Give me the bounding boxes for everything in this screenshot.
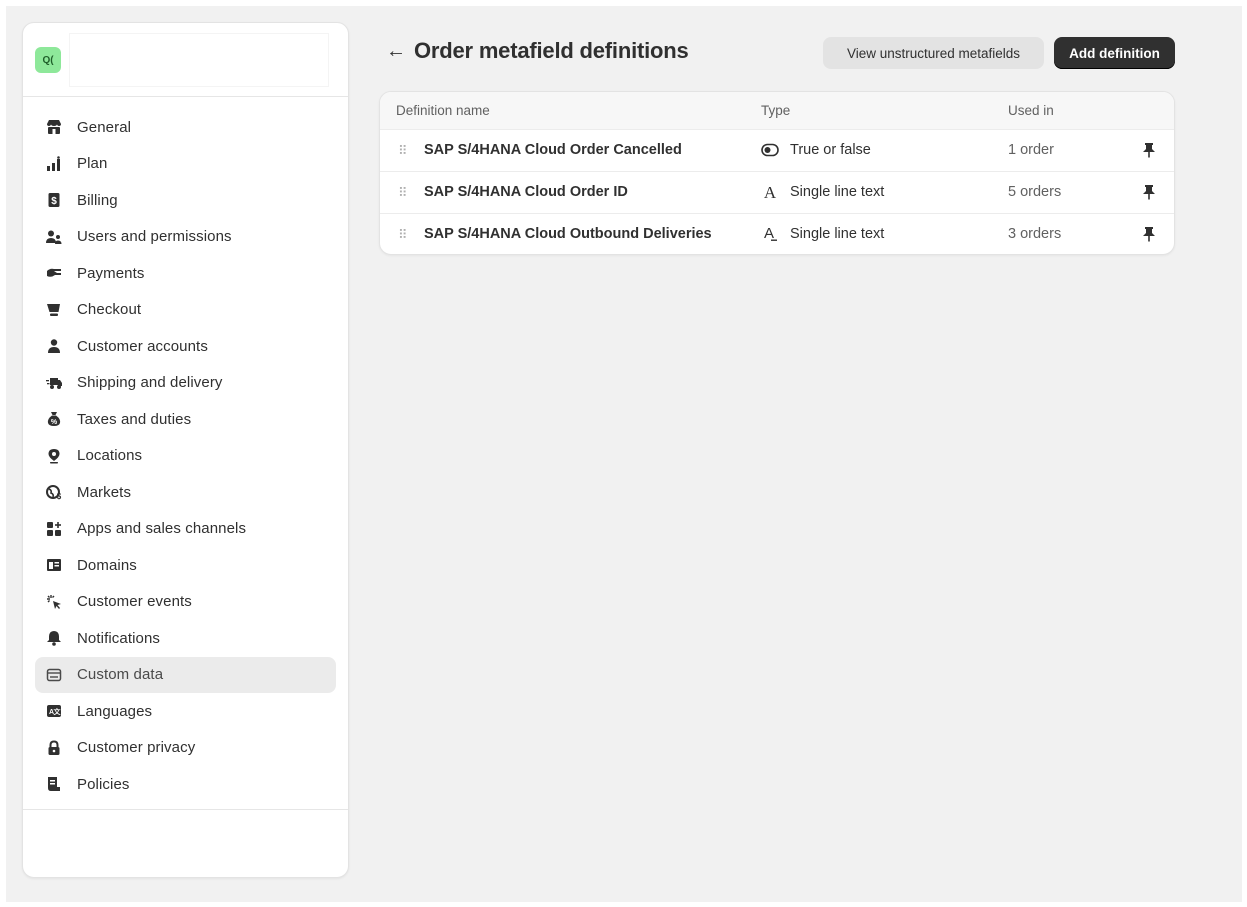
sidebar-item-apps[interactable]: Apps and sales channels — [35, 511, 336, 548]
sidebar-item-label: Billing — [77, 191, 118, 209]
globe-icon: $ — [45, 483, 63, 501]
sidebar-item-label: Shipping and delivery — [77, 374, 223, 392]
sidebar-item-label: Plan — [77, 155, 108, 173]
sidebar-item-languages[interactable]: A文 Languages — [35, 693, 336, 730]
drag-handle-icon[interactable]: ⠿ — [398, 143, 407, 159]
tax-bag-icon: % — [45, 410, 63, 428]
sidebar-item-label: Custom data — [77, 666, 164, 684]
truck-icon — [45, 374, 63, 392]
sidebar-item-label: Domains — [77, 556, 137, 574]
store-icon — [45, 118, 63, 136]
sidebar-item-customer-privacy[interactable]: Customer privacy — [35, 730, 336, 767]
svg-text:%: % — [51, 419, 58, 426]
toggle-icon — [761, 141, 779, 159]
sidebar-item-payments[interactable]: Payments — [35, 255, 336, 292]
sidebar-item-customer-accounts[interactable]: Customer accounts — [35, 328, 336, 365]
sidebar-item-taxes[interactable]: % Taxes and duties — [35, 401, 336, 438]
payments-icon — [45, 264, 63, 282]
add-definition-button[interactable]: Add definition — [1054, 37, 1175, 69]
sidebar-item-checkout[interactable]: Checkout — [35, 292, 336, 329]
sidebar-item-label: Languages — [77, 702, 153, 720]
domains-icon — [45, 556, 63, 574]
language-icon: A文 — [45, 702, 63, 720]
sidebar-item-shipping[interactable]: Shipping and delivery — [35, 365, 336, 402]
sidebar-item-locations[interactable]: Locations — [35, 438, 336, 475]
table-row[interactable]: ⠿ SAP S/4HANA Cloud Outbound Deliveries … — [380, 214, 1174, 254]
person-icon — [45, 337, 63, 355]
svg-text:$: $ — [57, 492, 62, 500]
users-icon — [45, 228, 63, 246]
definitions-table: Definition name Type Used in ⠿ SAP S/4HA… — [379, 91, 1175, 255]
svg-text:A: A — [764, 183, 777, 201]
column-header-type: Type — [761, 103, 791, 118]
store-name-field[interactable] — [69, 33, 329, 87]
definition-name[interactable]: SAP S/4HANA Cloud Order Cancelled — [424, 142, 682, 158]
pin-icon[interactable] — [1140, 225, 1158, 243]
definition-name[interactable]: SAP S/4HANA Cloud Order ID — [424, 184, 628, 200]
sidebar-item-markets[interactable]: $ Markets — [35, 474, 336, 511]
sidebar-item-label: Payments — [77, 264, 145, 282]
sidebar-item-customer-events[interactable]: Customer events — [35, 584, 336, 621]
settings-sidebar: Q( General Plan $ Billing Users and perm… — [22, 22, 349, 878]
sidebar-item-label: Checkout — [77, 301, 142, 319]
bell-icon — [45, 629, 63, 647]
view-unstructured-metafields-button[interactable]: View unstructured metafields — [823, 37, 1044, 69]
sidebar-item-policies[interactable]: Policies — [35, 766, 336, 803]
table-header: Definition name Type Used in — [380, 92, 1174, 130]
sidebar-divider — [23, 809, 348, 810]
page-title: Order metafield definitions — [414, 38, 689, 63]
location-pin-icon — [45, 447, 63, 465]
column-header-definition-name: Definition name — [396, 103, 490, 118]
sidebar-item-label: Notifications — [77, 629, 161, 647]
sidebar-item-label: Customer accounts — [77, 337, 208, 355]
sidebar-item-label: Markets — [77, 483, 132, 501]
sidebar-item-label: Locations — [77, 447, 143, 465]
definition-type: True or false — [790, 142, 871, 158]
policies-icon — [45, 775, 63, 793]
apps-icon — [45, 520, 63, 538]
pin-icon[interactable] — [1140, 183, 1158, 201]
cart-icon — [45, 301, 63, 319]
sidebar-item-users[interactable]: Users and permissions — [35, 219, 336, 256]
pin-icon[interactable] — [1140, 141, 1158, 159]
sidebar-item-general[interactable]: General — [35, 109, 336, 146]
drag-handle-icon[interactable]: ⠿ — [398, 185, 407, 201]
cursor-click-icon — [45, 593, 63, 611]
svg-text:$: $ — [51, 196, 57, 207]
definition-type: Single line text — [790, 184, 885, 200]
sidebar-item-label: Policies — [77, 775, 130, 793]
sidebar-item-label: Users and permissions — [77, 228, 232, 246]
definition-used-in[interactable]: 1 order — [1008, 142, 1054, 158]
database-icon — [45, 666, 63, 684]
settings-nav: General Plan $ Billing Users and permiss… — [23, 97, 348, 803]
sidebar-item-label: Taxes and duties — [77, 410, 192, 428]
sidebar-item-label: Apps and sales channels — [77, 520, 247, 538]
billing-icon: $ — [45, 191, 63, 209]
store-header: Q( — [23, 23, 348, 97]
table-row[interactable]: ⠿ SAP S/4HANA Cloud Order ID A Single li… — [380, 172, 1174, 214]
sidebar-item-billing[interactable]: $ Billing — [35, 182, 336, 219]
sidebar-item-notifications[interactable]: Notifications — [35, 620, 336, 657]
sidebar-item-label: Customer events — [77, 593, 192, 611]
plan-icon — [45, 155, 63, 173]
sidebar-item-custom-data[interactable]: Custom data — [35, 656, 336, 693]
definition-name[interactable]: SAP S/4HANA Cloud Outbound Deliveries — [424, 226, 712, 242]
sidebar-item-label: Customer privacy — [77, 739, 196, 757]
definition-used-in[interactable]: 3 orders — [1008, 226, 1061, 242]
sidebar-item-plan[interactable]: Plan — [35, 146, 336, 183]
svg-text:文: 文 — [54, 707, 62, 716]
table-row[interactable]: ⠿ SAP S/4HANA Cloud Order Cancelled True… — [380, 130, 1174, 172]
sidebar-item-label: General — [77, 118, 132, 136]
back-arrow-icon[interactable]: ← — [386, 40, 406, 63]
store-avatar[interactable]: Q( — [35, 47, 61, 73]
definition-used-in[interactable]: 5 orders — [1008, 184, 1061, 200]
sidebar-item-domains[interactable]: Domains — [35, 547, 336, 584]
definition-type: Single line text — [790, 226, 885, 242]
column-header-used-in: Used in — [1008, 103, 1054, 118]
lock-icon — [45, 739, 63, 757]
svg-text:A: A — [764, 225, 774, 242]
text-a-underline-icon: A — [761, 225, 779, 243]
text-a-icon: A — [761, 183, 779, 201]
drag-handle-icon[interactable]: ⠿ — [398, 227, 407, 243]
